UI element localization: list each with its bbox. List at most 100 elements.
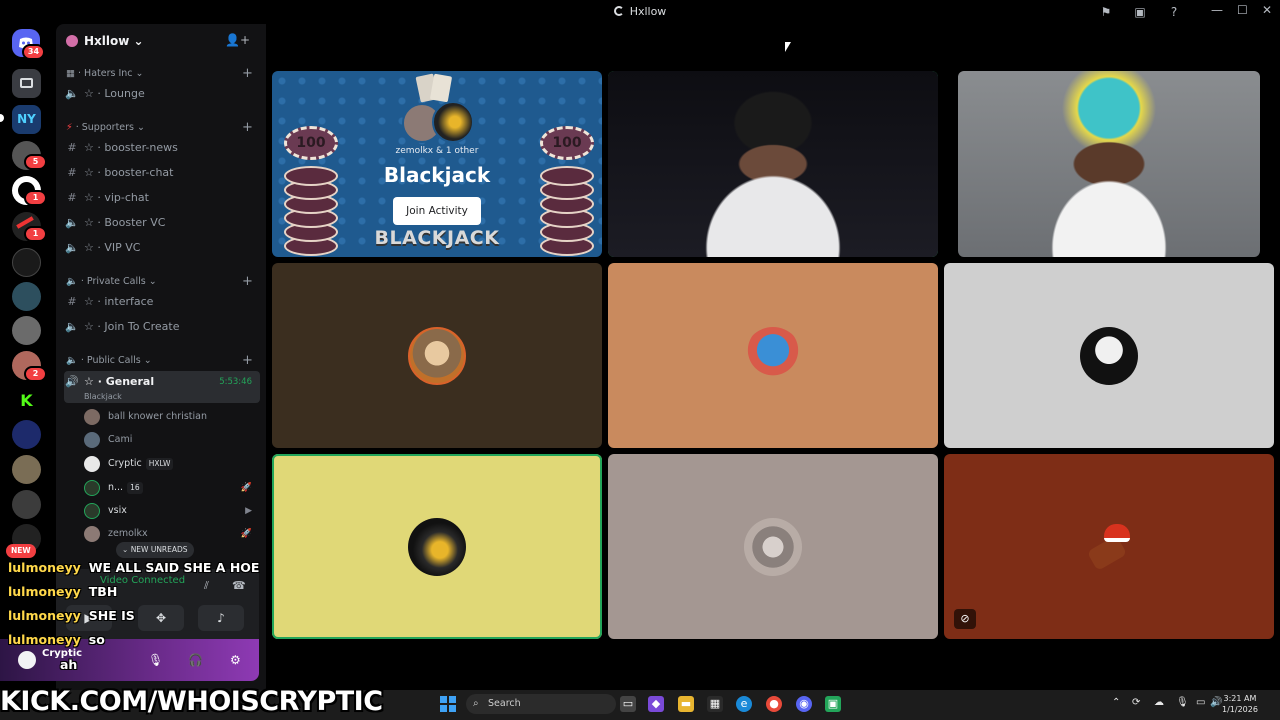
participant-avatar [432,101,474,143]
clock-date: 1/1/2026 [1222,705,1258,714]
avatar [408,326,466,385]
server-icon[interactable] [12,248,41,277]
activities-button[interactable]: ✥ [138,605,184,631]
server-header[interactable]: Hxllow ⌄ 👤+ [56,24,266,58]
channel-interface[interactable]: # ☆ · interface [64,291,260,313]
flag-icon[interactable]: ⚑ [1098,4,1114,20]
unread-pill [0,114,4,122]
category-public-calls[interactable]: 🔈 · Public Calls ⌄ + [66,353,253,368]
edge-icon[interactable]: e [736,696,752,712]
server-name[interactable]: Hxllow ⌄ [84,34,144,48]
minimize-icon[interactable]: — [1211,3,1223,17]
video-tile[interactable] [272,263,602,448]
channel-label: interface [104,295,154,308]
noise-suppression-icon[interactable]: ⫽ [204,579,209,593]
add-channel-icon[interactable]: + [242,66,253,81]
maximize-icon[interactable]: ☐ [1237,3,1248,17]
voice-member[interactable]: Cami [84,430,260,450]
avatar [84,480,100,496]
video-tile[interactable]: ⊘ [944,454,1274,639]
chevron-up-icon[interactable]: ⌃ [1112,697,1120,708]
volume-icon[interactable]: 🔊 [1210,697,1222,708]
server-icon[interactable] [12,490,41,519]
channel-vip-vc[interactable]: 🔈 ☆ · VIP VC [64,237,260,259]
add-channel-icon[interactable]: + [242,274,253,289]
new-badge[interactable]: NEW [6,544,36,558]
clock[interactable]: 3:21 AM 1/1/2026 [1222,693,1258,715]
category-private-calls[interactable]: 🔈 · Private Calls ⌄ + [66,274,253,289]
video-tile[interactable] [608,263,938,448]
category-haters-inc[interactable]: ▦ · Haters Inc ⌄ + [66,66,253,81]
join-activity-button[interactable]: Join Activity [393,197,481,225]
channel-booster-chat[interactable]: # ☆ · booster-chat [64,162,260,184]
server-icon[interactable] [12,282,41,311]
video-tile[interactable] [958,71,1260,257]
speaker-icon: 🔈 [66,355,78,366]
copilot-icon[interactable]: ◆ [648,696,664,712]
cloud-icon[interactable]: ☁ [1154,697,1164,708]
taskbar-search[interactable]: ⌕ Search [466,694,616,714]
server-name-text: Hxllow [84,34,130,48]
chrome-icon[interactable]: ● [766,696,782,712]
soundboard-button[interactable]: ♪ [198,605,244,631]
app-icon[interactable]: ▣ [825,696,841,712]
video-off-icon[interactable]: ⊘ [954,609,976,629]
channel-booster-vc[interactable]: 🔈 ☆ · Booster VC [64,212,260,234]
disconnect-icon[interactable]: ☎ [232,579,246,592]
member-name: Cryptic HXLW [108,454,174,474]
sync-icon[interactable]: ⟳ [1132,697,1140,708]
store-icon[interactable]: ▦ [707,696,723,712]
server-icon[interactable] [12,455,41,484]
speaker-active-icon: 🔊 [65,375,79,388]
voice-member[interactable]: zemolkx 🚀 [84,524,260,544]
video-tile[interactable] [608,454,938,639]
server-icon[interactable]: NY [12,105,41,134]
video-tile[interactable] [272,454,602,639]
member-name: zemolkx [108,528,148,539]
task-view-icon[interactable]: ▭ [620,696,636,712]
call-timer: 5:53:46 [219,377,252,387]
close-icon[interactable]: ✕ [1262,3,1272,17]
server-icon[interactable] [12,316,41,345]
mouse-cursor [785,42,791,52]
add-channel-icon[interactable]: + [242,353,253,368]
category-supporters[interactable]: ⚡ · Supporters ⌄ + [66,120,253,135]
app-logo-icon [613,6,624,16]
microphone-icon[interactable]: 🎙 [1176,697,1189,708]
voice-member[interactable]: vsix ▶ [84,501,260,521]
video-tile[interactable] [608,71,938,257]
discord-taskbar-icon[interactable]: ◉ [796,696,812,712]
hashtag-icon: # [67,191,77,204]
settings-gear-icon[interactable]: ⚙ [230,653,241,667]
avatar[interactable] [18,651,36,669]
activity-tile[interactable]: 100 100 zemolkx & 1 other Blackjack Join… [272,71,602,257]
voice-member[interactable]: ball knower christian [84,407,260,427]
server-icon[interactable]: K [12,386,41,415]
video-tile[interactable] [944,263,1274,448]
add-channel-icon[interactable]: + [242,120,253,135]
microphone-icon[interactable]: 🎙 [148,653,163,667]
server-icon[interactable] [12,69,41,98]
avatar [1080,518,1138,576]
stream-banner: KICK.COM/WHOISCRYPTIC [0,686,383,717]
chat-username: lulmoneyy [8,632,81,647]
new-unreads-button[interactable]: ⌄ NEW UNREADS [116,542,194,558]
add-user-icon[interactable]: 👤+ [225,33,250,47]
voice-member[interactable]: Cryptic HXLW [84,454,260,474]
window-title: Hxllow [0,5,1280,18]
server-badge: 2 [24,366,47,382]
channel-vip-chat[interactable]: # ☆ · vip-chat [64,187,260,209]
channel-lounge[interactable]: 🔈 ☆ · Lounge [64,83,260,105]
server-icon[interactable] [12,420,41,449]
voice-member[interactable]: n... 16 🚀 [84,478,260,498]
file-explorer-icon[interactable]: ▬ [678,696,694,712]
help-icon[interactable]: ? [1166,4,1182,20]
chat-username: lulmoneyy [8,608,81,623]
activity-logo: BLACKJACK [374,227,500,249]
network-icon[interactable]: ▭ [1196,697,1205,708]
inbox-icon[interactable]: ▣ [1132,4,1148,20]
channel-join-to-create[interactable]: 🔈 ☆ · Join To Create [64,316,260,338]
headphones-icon[interactable]: 🎧 [188,653,203,667]
windows-start-icon[interactable] [440,696,456,712]
channel-booster-news[interactable]: # ☆ · booster-news [64,137,260,159]
